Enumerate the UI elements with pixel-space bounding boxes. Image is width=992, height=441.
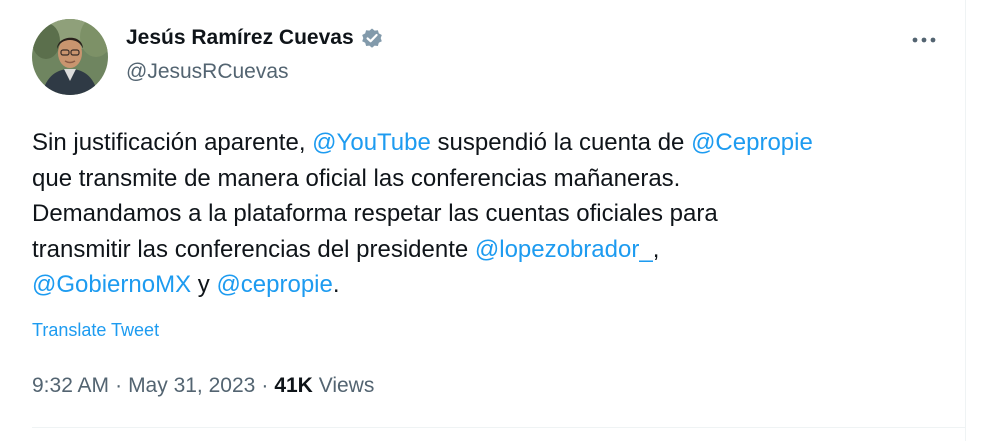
text-segment: suspendió la cuenta de xyxy=(430,129,692,156)
more-options-button[interactable] xyxy=(904,24,944,56)
tweet-card: Jesús Ramírez Cuevas @JesusRCuevas Sin j… xyxy=(0,0,966,441)
author-name-row: Jesús Ramírez Cuevas xyxy=(126,26,384,50)
meta-separator: · xyxy=(115,374,123,397)
divider xyxy=(32,427,965,428)
mention-youtube[interactable]: @YouTube xyxy=(312,129,431,156)
text-segment: transmitir las conferencias del presiden… xyxy=(32,235,475,263)
tweet-text: Sin justificación aparente, @YouTube sus… xyxy=(32,125,957,303)
mention-gobiernomx[interactable]: @GobiernoMX xyxy=(32,271,191,298)
tweet-text-line: Demandamos a la plataforma respetar las … xyxy=(32,196,957,232)
tweet-text-line: Sin justificación aparente, @YouTube sus… xyxy=(32,125,957,161)
text-segment: que transmite de manera oficial las conf… xyxy=(32,164,681,192)
tweet-text-line: que transmite de manera oficial las conf… xyxy=(32,161,957,197)
tweet-date[interactable]: May 31, 2023 xyxy=(128,374,255,397)
views-label: Views xyxy=(318,374,375,397)
views-count: 41K xyxy=(274,374,313,397)
translate-tweet-link[interactable]: Translate Tweet xyxy=(32,320,159,341)
tweet-text-line: transmitir las conferencias del presiden… xyxy=(32,232,957,268)
text-segment: . xyxy=(332,271,340,298)
profile-photo xyxy=(32,19,108,95)
more-horizontal-icon xyxy=(912,37,936,43)
text-segment: Demandamos a la plataforma respetar las … xyxy=(32,200,718,227)
meta-separator: · xyxy=(261,374,269,397)
tweet-meta: 9:32 AM · May 31, 2023 · 41K Views xyxy=(32,374,374,398)
text-segment: y xyxy=(191,271,217,298)
tweet-text-line: @GobiernoMX y @cepropie. xyxy=(32,267,957,303)
author-name[interactable]: Jesús Ramírez Cuevas xyxy=(126,26,354,50)
author-handle[interactable]: @JesusRCuevas xyxy=(126,60,289,84)
mention-lopezobrador[interactable]: @lopezobrador_ xyxy=(475,236,653,263)
text-segment: Sin justificación aparente, xyxy=(32,129,313,156)
tweet-time[interactable]: 9:32 AM xyxy=(32,374,109,397)
mention-cepropie[interactable]: @Cepropie xyxy=(691,129,813,156)
verified-badge-icon[interactable] xyxy=(360,26,384,50)
author-avatar[interactable] xyxy=(32,19,108,95)
mention-cepropie-lower[interactable]: @cepropie xyxy=(216,271,332,298)
text-segment: , xyxy=(652,235,660,263)
